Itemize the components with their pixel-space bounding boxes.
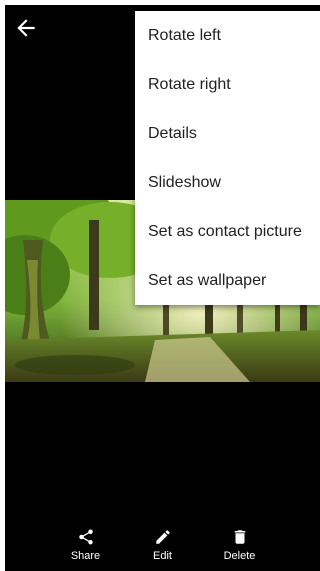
- share-icon: [78, 529, 93, 545]
- menu-item-set-as-contact-picture[interactable]: Set as contact picture: [135, 207, 320, 256]
- menu-item-set-as-wallpaper[interactable]: Set as wallpaper: [135, 256, 320, 305]
- overflow-menu: Rotate left Rotate right Details Slidesh…: [135, 11, 320, 305]
- menu-item-rotate-left[interactable]: Rotate left: [135, 11, 320, 60]
- share-button[interactable]: Share: [47, 523, 124, 571]
- back-button[interactable]: [13, 15, 39, 41]
- photo-viewer-screen: Rotate left Rotate right Details Slidesh…: [5, 5, 320, 571]
- pencil-icon: [155, 530, 170, 544]
- delete-button[interactable]: Delete: [201, 523, 278, 571]
- menu-item-rotate-right[interactable]: Rotate right: [135, 60, 320, 109]
- edit-label: Edit: [153, 550, 172, 562]
- bottom-action-bar: Share Edit Delete: [5, 523, 320, 571]
- menu-item-details[interactable]: Details: [135, 109, 320, 158]
- share-label: Share: [70, 550, 101, 562]
- edit-button[interactable]: Edit: [124, 523, 201, 571]
- menu-item-slideshow[interactable]: Slideshow: [135, 158, 320, 207]
- delete-label: Delete: [223, 550, 256, 562]
- arrow-back-icon: [17, 19, 35, 37]
- trash-icon: [234, 530, 245, 544]
